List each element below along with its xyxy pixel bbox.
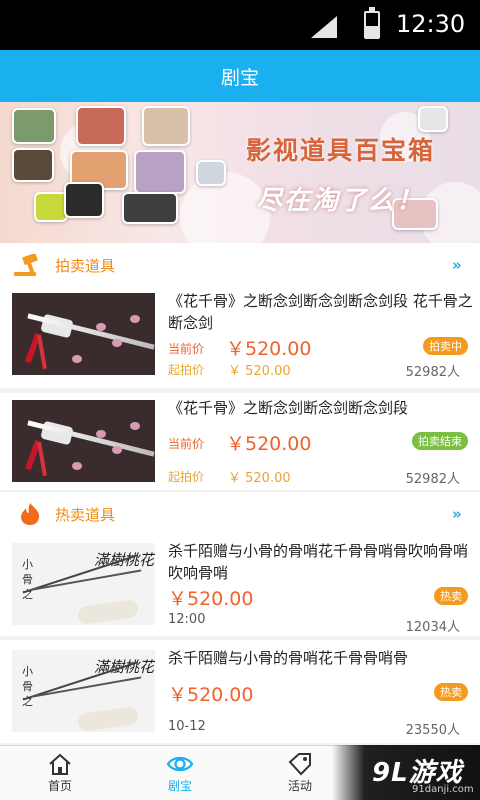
page-title: 剧宝 [220, 66, 259, 89]
current-price: ￥520.00 [226, 338, 312, 360]
current-price-label: 当前价 [168, 437, 205, 451]
banner-photo [12, 148, 54, 182]
item-time: 12:00 [168, 612, 206, 627]
current-price: ￥520.00 [226, 433, 312, 455]
status-bar: 12:30 [0, 0, 480, 50]
banner-photo [34, 192, 68, 222]
hot-item[interactable]: 滿樹桃花 小骨之 杀千陌赠与小骨的骨哨花千骨骨哨骨吹响骨哨吹响骨哨 ￥520.0… [0, 536, 480, 636]
item-price: ￥520.00 [168, 684, 254, 706]
banner-slogan: 尽在淘了么！ [256, 186, 425, 216]
hot-item[interactable]: 滿樹桃花 小骨之 杀千陌赠与小骨的骨哨花千骨骨哨骨 ￥520.00 热卖 10-… [0, 640, 480, 743]
item-time: 10-12 [168, 719, 206, 734]
home-icon [49, 753, 71, 775]
banner-photo [142, 106, 190, 146]
banner-photo [196, 160, 226, 186]
hot-badge: 热卖 [434, 683, 468, 701]
nav-activity[interactable]: 活动 [260, 746, 340, 800]
start-price: ￥ 520.00 [228, 364, 291, 379]
start-price: ￥ 520.00 [228, 471, 291, 486]
banner-photo [134, 150, 186, 194]
nav-activity-label: 活动 [287, 779, 312, 793]
banner-photo [418, 106, 448, 132]
item-thumbnail: 滿樹桃花 小骨之 [12, 543, 155, 625]
hot-section-header[interactable]: 热卖道具 » [0, 492, 480, 536]
nav-jubao-label: 剧宝 [167, 779, 192, 793]
gavel-icon [14, 254, 38, 276]
promo-banner[interactable]: 影视道具百宝箱 尽在淘了么！ [0, 102, 480, 243]
watermark-url: 91danji.com [412, 784, 474, 795]
auction-item[interactable]: 《花千骨》之断念剑断念剑断念剑段 花千骨之断念剑 当前价 ￥520.00 拍卖中… [0, 287, 480, 388]
hot-more-icon[interactable]: » [452, 505, 462, 523]
eye-icon [167, 756, 193, 772]
auction-section-header[interactable]: 拍卖道具 » [0, 243, 480, 287]
participant-count: 52982人 [405, 365, 460, 380]
banner-photo [64, 182, 104, 218]
status-badge: 拍卖结束 [412, 432, 468, 450]
item-thumbnail: 滿樹桃花 小骨之 [12, 650, 155, 732]
page-title-bar: 剧宝 [0, 50, 480, 102]
item-title: 《花千骨》之断念剑断念剑断念剑段 花千骨之断念剑 [168, 292, 473, 332]
item-title: 杀千陌赠与小骨的骨哨花千骨骨哨骨 [168, 649, 409, 667]
status-time: 12:30 [396, 10, 466, 38]
item-price: ￥520.00 [168, 588, 254, 610]
hot-section-title: 热卖道具 [55, 506, 116, 524]
hot-badge: 热卖 [434, 587, 468, 605]
battery-icon [364, 7, 380, 39]
item-title: 杀千陌赠与小骨的骨哨花千骨骨哨骨吹响骨哨吹响骨哨 [168, 542, 469, 582]
flame-icon [21, 503, 40, 525]
nav-jubao[interactable]: 剧宝 [140, 746, 220, 800]
participant-count: 23550人 [405, 723, 460, 738]
item-title: 《花千骨》之断念剑断念剑断念剑段 [168, 399, 409, 417]
auction-item[interactable]: 《花千骨》之断念剑断念剑断念剑段 当前价 ￥520.00 拍卖结束 起拍价 ￥ … [0, 393, 480, 490]
banner-headline: 影视道具百宝箱 [246, 136, 436, 165]
nav-home[interactable]: 首页 [20, 746, 100, 800]
start-price-label: 起拍价 [168, 470, 205, 484]
start-price-label: 起拍价 [168, 363, 205, 377]
item-thumbnail [12, 293, 155, 375]
auction-section-title: 拍卖道具 [55, 257, 116, 275]
status-badge: 拍卖中 [423, 337, 468, 355]
banner-photo [12, 108, 56, 144]
current-price-label: 当前价 [168, 342, 205, 356]
signal-icon [311, 16, 337, 38]
tag-icon [288, 753, 311, 776]
item-thumbnail [12, 400, 155, 482]
banner-photo [76, 106, 126, 146]
nav-home-label: 首页 [47, 779, 72, 793]
auction-more-icon[interactable]: » [452, 256, 462, 274]
participant-count: 12034人 [405, 620, 460, 635]
participant-count: 52982人 [405, 472, 460, 487]
banner-photo [122, 192, 178, 224]
